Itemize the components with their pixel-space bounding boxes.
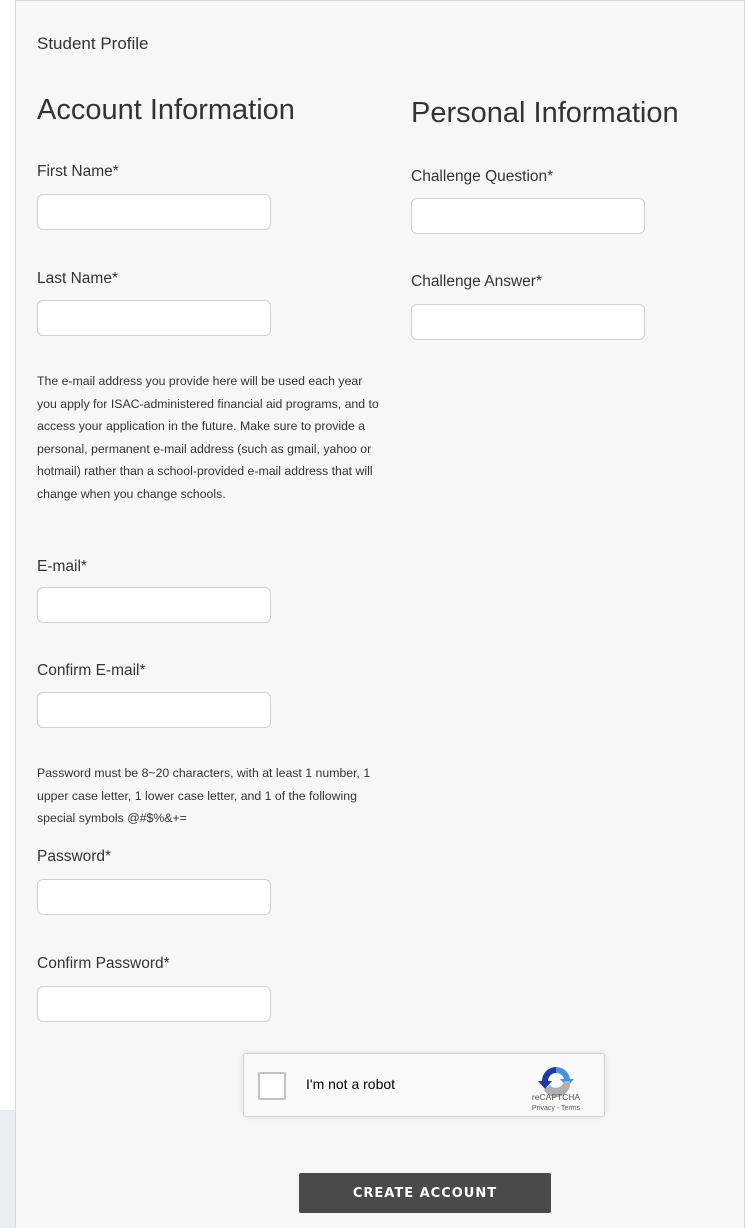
personal-information-heading: Personal Information <box>411 97 679 129</box>
password-label: Password* <box>37 848 112 865</box>
challenge-answer-field[interactable] <box>411 304 645 340</box>
breadcrumb: Student Profile <box>37 34 149 53</box>
last-name-field[interactable] <box>37 300 271 336</box>
page-background-strip <box>0 1110 16 1228</box>
challenge-answer-label: Challenge Answer* <box>411 273 542 290</box>
recaptcha-label: I'm not a robot <box>306 1076 396 1092</box>
last-name-label: Last Name* <box>37 270 118 287</box>
password-note: Password must be 8~20 characters, with a… <box>37 766 371 825</box>
first-name-label: First Name* <box>37 163 119 180</box>
account-information-heading: Account Information <box>37 94 295 126</box>
confirm-password-field[interactable] <box>37 986 271 1022</box>
recaptcha-privacy-terms-links[interactable]: Privacy - Terms <box>516 1105 596 1112</box>
recaptcha-checkbox[interactable] <box>258 1072 286 1100</box>
create-account-button[interactable]: CREATE ACCOUNT <box>299 1173 551 1213</box>
confirm-email-label: Confirm E-mail* <box>37 662 146 679</box>
challenge-question-field[interactable] <box>411 198 645 234</box>
challenge-question-label: Challenge Question* <box>411 168 554 185</box>
recaptcha-widget: I'm not a robot reCAPTCHA Privacy - Term… <box>243 1053 605 1117</box>
recaptcha-brand: reCAPTCHA <box>531 1092 581 1102</box>
password-field[interactable] <box>37 879 271 915</box>
first-name-field[interactable] <box>37 194 271 230</box>
confirm-email-field[interactable] <box>37 692 271 728</box>
email-field[interactable] <box>37 587 271 623</box>
email-label: E-mail* <box>37 558 87 575</box>
confirm-password-label: Confirm Password* <box>37 955 170 972</box>
email-note: The e-mail address you provide here will… <box>37 374 379 501</box>
